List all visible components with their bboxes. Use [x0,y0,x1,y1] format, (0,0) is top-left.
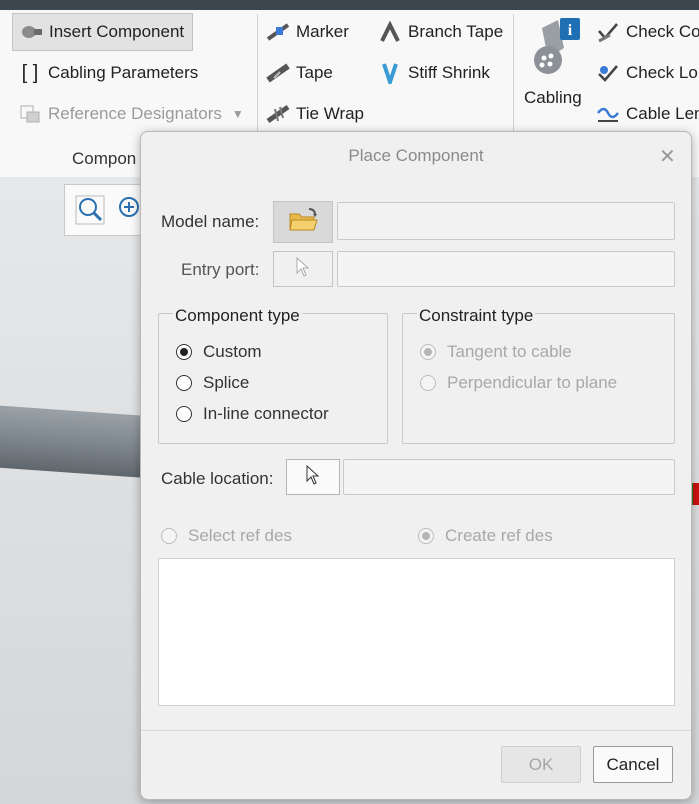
tie-wrap-label: Tie Wrap [296,104,365,123]
marker-icon [266,21,290,43]
check-co-button[interactable]: Check Co [596,17,699,47]
footer-divider [141,730,691,731]
ribbon-divider [513,14,514,134]
radio-indicator [176,375,192,391]
cabling-icon: i [528,18,580,81]
radio-indicator [176,344,192,360]
check-lo-button[interactable]: Check Lo [596,58,698,88]
reference-designators-button[interactable]: Reference Designators ▼ [18,99,244,129]
radio-splice[interactable]: Splice [176,373,249,393]
bracket-icon: [ ] [21,61,39,84]
radio-indicator [418,528,434,544]
branch-tape-icon [378,21,402,43]
constraint-type-title: Constraint type [417,306,536,326]
entry-port-input[interactable] [337,251,675,287]
ref-des-list[interactable] [158,558,675,706]
cursor-arrow-icon [305,464,321,490]
cabling-button[interactable]: i Cabling [520,16,588,116]
dialog-title: Place Component [348,146,484,165]
tie-wrap-icon [266,103,290,125]
tape-button[interactable]: Tape [266,58,333,88]
cable-location-select-button[interactable] [286,459,340,495]
cable-location-input[interactable] [343,459,675,495]
model-name-browse-button[interactable] [273,201,333,243]
zoom-fit-icon[interactable] [75,195,105,230]
tape-label: Tape [296,63,333,82]
component-type-title: Component type [173,306,302,326]
reference-designators-icon [18,103,42,125]
radio-perpendicular-to-plane[interactable]: Perpendicular to plane [420,373,617,393]
radio-tangent-label: Tangent to cable [447,342,572,361]
insert-component-label: Insert Component [49,22,185,41]
model-name-input[interactable] [337,202,675,240]
cable-len-label: Cable Len [626,104,699,123]
close-icon[interactable]: ✕ [659,144,676,169]
cable-geometry [0,405,152,479]
cursor-arrow-icon [295,256,311,282]
stiff-shrink-icon [378,62,402,84]
radio-inline-connector-label: In-line connector [203,404,329,423]
radio-custom[interactable]: Custom [176,342,262,362]
radio-tangent-to-cable[interactable]: Tangent to cable [420,342,572,362]
check-icon [596,21,620,43]
select-ref-des-label: Select ref des [188,526,292,545]
entry-port-label: Entry port: [181,260,260,279]
svg-text:i: i [568,22,573,39]
branch-tape-button[interactable]: Branch Tape [378,17,503,47]
radio-indicator [161,528,177,544]
model-name-label: Model name: [161,212,260,231]
ok-button[interactable]: OK [501,746,581,783]
radio-create-ref-des[interactable]: Create ref des [418,526,553,546]
reference-designators-label: Reference Designators [48,104,222,123]
cable-length-icon [596,103,620,125]
place-component-dialog: Place Component ✕ Model name: Entry port… [140,131,692,800]
open-folder-icon [287,206,319,239]
radio-indicator [420,344,436,360]
stiff-shrink-button[interactable]: Stiff Shrink [378,58,490,88]
cabling-label: Cabling [524,88,582,107]
entry-port-select-button[interactable] [273,251,333,287]
marker-label: Marker [296,22,349,41]
branch-tape-label: Branch Tape [408,22,504,41]
radio-inline-connector[interactable]: In-line connector [176,404,329,424]
app-title-bar [0,0,699,10]
radio-indicator [420,375,436,391]
radio-select-ref-des[interactable]: Select ref des [161,526,292,546]
cable-len-button[interactable]: Cable Len [596,99,699,129]
cabling-parameters-button[interactable]: [ ] Cabling Parameters [18,58,199,88]
radio-indicator [176,406,192,422]
marker-button[interactable]: Marker [266,17,349,47]
stiff-shrink-label: Stiff Shrink [408,63,490,82]
chevron-down-icon: ▼ [231,107,244,121]
radio-custom-label: Custom [203,342,262,361]
check-loop-icon [596,62,620,84]
group-label-component: Compon [72,149,137,168]
insert-component-button[interactable]: Insert Component [12,13,194,51]
cable-location-label: Cable location: [161,469,274,488]
tie-wrap-button[interactable]: Tie Wrap [266,99,364,129]
cancel-button[interactable]: Cancel [593,746,673,783]
check-co-label: Check Co [626,22,699,41]
radio-perpendicular-label: Perpendicular to plane [447,373,618,392]
create-ref-des-label: Create ref des [445,526,553,545]
radio-splice-label: Splice [203,373,250,392]
check-lo-label: Check Lo [626,63,698,82]
cabling-parameters-label: Cabling Parameters [48,63,199,82]
tape-icon [266,62,290,84]
insert-component-icon [19,21,43,43]
